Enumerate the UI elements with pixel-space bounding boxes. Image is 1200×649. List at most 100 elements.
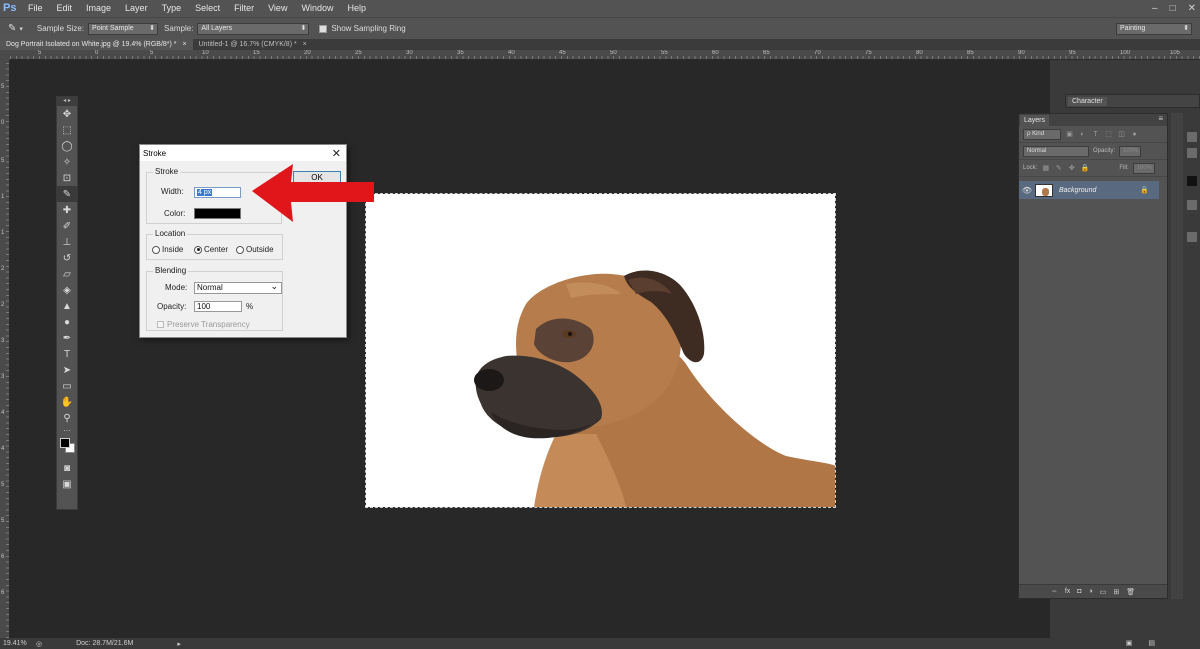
dialog-close-icon[interactable]: ✕ <box>332 147 341 160</box>
adjustment-layer-icon[interactable]: ◑ <box>1089 588 1093 595</box>
tab-dog-portrait[interactable]: Dog Portrait Isolated on White.jpg @ 19.… <box>0 39 193 50</box>
lock-all-icon[interactable]: 🔒 <box>1080 164 1089 172</box>
close-window-button[interactable]: ✕ <box>1188 3 1196 14</box>
magic-wand-tool-icon[interactable]: ✧ <box>57 154 77 170</box>
dodge-tool-icon[interactable]: ● <box>57 314 77 330</box>
center-radio[interactable]: Center <box>194 245 228 254</box>
new-layer-icon[interactable]: ⊞ <box>1113 588 1119 596</box>
layers-tab[interactable]: Layers <box>1020 115 1050 126</box>
layer-row-background[interactable]: 👁 Background 🔒 <box>1019 181 1159 199</box>
menu-edit[interactable]: Edit <box>50 0 80 17</box>
eyedropper-icon[interactable]: ✎ <box>8 23 16 34</box>
mode-select[interactable]: Normal <box>194 281 282 294</box>
menu-select[interactable]: Select <box>188 0 227 17</box>
tab-untitled-1[interactable]: Untitled-1 @ 16.7% (CMYK/8) * × <box>193 39 313 50</box>
trash-icon[interactable]: 🗑 <box>1126 588 1135 596</box>
menu-file[interactable]: File <box>21 0 50 17</box>
filter-toggle-icon[interactable]: ● <box>1130 131 1139 138</box>
paint-bucket-tool-icon[interactable]: ◈ <box>57 282 77 298</box>
group-icon[interactable]: ▭ <box>1100 588 1107 596</box>
pen-tool-icon[interactable]: ✒ <box>57 330 77 346</box>
blur-tool-icon[interactable]: ▲ <box>57 298 77 314</box>
document-canvas[interactable] <box>365 193 836 508</box>
crop-tool-icon[interactable]: ⊡ <box>57 170 77 186</box>
doc-info-icon[interactable]: ◎ <box>36 640 42 648</box>
maximize-button[interactable]: □ <box>1170 3 1176 14</box>
tab-close-icon[interactable]: × <box>182 41 186 48</box>
styles-panel-icon[interactable] <box>1187 232 1197 242</box>
clone-stamp-tool-icon[interactable]: ⊥ <box>57 234 77 250</box>
quick-mask-icon[interactable]: ◙ <box>57 460 77 476</box>
type-tool-icon[interactable]: T <box>57 346 77 362</box>
sample-size-select[interactable]: Point Sample <box>88 22 159 35</box>
preserve-transparency-checkbox[interactable]: Preserve Transparency <box>157 320 250 329</box>
path-selection-tool-icon[interactable]: ➤ <box>57 362 77 378</box>
screen-mode-icon[interactable]: ▣ <box>57 476 77 492</box>
trash-icon[interactable]: ▤ <box>1148 638 1155 649</box>
sample-select[interactable]: All Layers <box>197 22 310 35</box>
lasso-tool-icon[interactable]: ◯ <box>57 138 77 154</box>
minimize-button[interactable]: – <box>1152 3 1158 14</box>
history-panel-icon[interactable] <box>1187 132 1197 142</box>
tab-close-icon[interactable]: × <box>303 41 307 48</box>
blend-mode-select[interactable]: Normal <box>1023 145 1089 157</box>
horizontal-ruler[interactable]: 5 0 5 10 15 20 25 30 35 40 45 50 55 60 6… <box>10 50 1200 60</box>
workspace-select[interactable]: Painting <box>1116 23 1192 35</box>
marquee-tool-icon[interactable]: ⬚ <box>57 122 77 138</box>
eyedropper-tool-icon[interactable]: ✎ <box>57 186 77 202</box>
kind-filter-select[interactable]: ρ Kind <box>1023 128 1061 140</box>
rectangle-tool-icon[interactable]: ▭ <box>57 378 77 394</box>
lock-position-icon[interactable]: ✥ <box>1067 164 1076 172</box>
add-mask-icon[interactable]: ◘ <box>1077 588 1081 595</box>
menu-view[interactable]: View <box>261 0 294 17</box>
zoom-level[interactable]: 19.41% <box>0 640 34 647</box>
fill-input[interactable]: 100% <box>1132 162 1155 174</box>
show-sampling-ring-label: Show Sampling Ring <box>331 24 406 33</box>
opacity-input[interactable]: 100% <box>1119 145 1142 157</box>
dialog-title: Stroke <box>143 148 167 158</box>
outside-radio[interactable]: Outside <box>236 245 274 254</box>
zoom-tool-icon[interactable]: ⚲ <box>57 410 77 426</box>
width-input[interactable]: 4 px <box>194 187 241 198</box>
history-brush-tool-icon[interactable]: ↺ <box>57 250 77 266</box>
pixel-filter-icon[interactable]: ▣ <box>1065 130 1074 138</box>
brush-tool-icon[interactable]: ✐ <box>57 218 77 234</box>
adjustment-filter-icon[interactable]: ◐ <box>1078 131 1087 138</box>
adjustments-panel-icon[interactable] <box>1187 148 1197 158</box>
menu-help[interactable]: Help <box>340 0 373 17</box>
eraser-tool-icon[interactable]: ▱ <box>57 266 77 282</box>
layer-style-icon[interactable]: fx <box>1065 588 1070 595</box>
character-tab[interactable]: Character <box>1068 97 1107 106</box>
link-layers-icon[interactable]: ⇔ <box>1051 588 1058 595</box>
menu-window[interactable]: Window <box>294 0 340 17</box>
type-filter-icon[interactable]: T <box>1091 131 1100 138</box>
stroke-color-swatch[interactable] <box>194 208 241 219</box>
eye-icon[interactable]: 👁 <box>1019 186 1035 195</box>
new-document-icon[interactable]: ▣ <box>1126 638 1133 649</box>
opacity-input[interactable]: 100 <box>194 301 242 312</box>
dialog-titlebar[interactable]: Stroke <box>140 145 346 161</box>
show-sampling-ring-checkbox[interactable] <box>319 24 328 33</box>
menu-filter[interactable]: Filter <box>227 0 261 17</box>
menu-image[interactable]: Image <box>79 0 118 17</box>
shape-filter-icon[interactable]: ⬚ <box>1104 130 1113 138</box>
smart-object-filter-icon[interactable]: ◫ <box>1117 130 1126 138</box>
menu-type[interactable]: Type <box>155 0 189 17</box>
menu-layer[interactable]: Layer <box>118 0 155 17</box>
color-panel-icon[interactable] <box>1187 176 1197 186</box>
tools-panel-header[interactable]: ◂ ▸ <box>57 97 77 106</box>
move-tool-icon[interactable]: ✥ <box>57 106 77 122</box>
layers-scrollbar[interactable] <box>1171 113 1183 599</box>
swatches-panel-icon[interactable] <box>1187 200 1197 210</box>
lock-transparent-icon[interactable]: ▦ <box>1041 164 1050 172</box>
foreground-color-swatch[interactable] <box>60 438 70 448</box>
hand-tool-icon[interactable]: ✋ <box>57 394 77 410</box>
lock-image-icon[interactable]: ✎ <box>1054 164 1063 172</box>
ellipsis-icon[interactable]: ··· <box>57 426 77 435</box>
panel-menu-icon[interactable]: ≡ <box>1158 114 1163 123</box>
tool-preset-dropdown-icon[interactable]: ▾ <box>19 25 23 33</box>
vertical-ruler[interactable]: 5 0 5 1 1 2 2 3 3 4 4 5 5 6 6 <box>0 60 10 638</box>
inside-radio[interactable]: Inside <box>152 245 183 254</box>
healing-brush-tool-icon[interactable]: ✚ <box>57 202 77 218</box>
status-menu-arrow-icon[interactable]: ▸ <box>177 640 181 648</box>
